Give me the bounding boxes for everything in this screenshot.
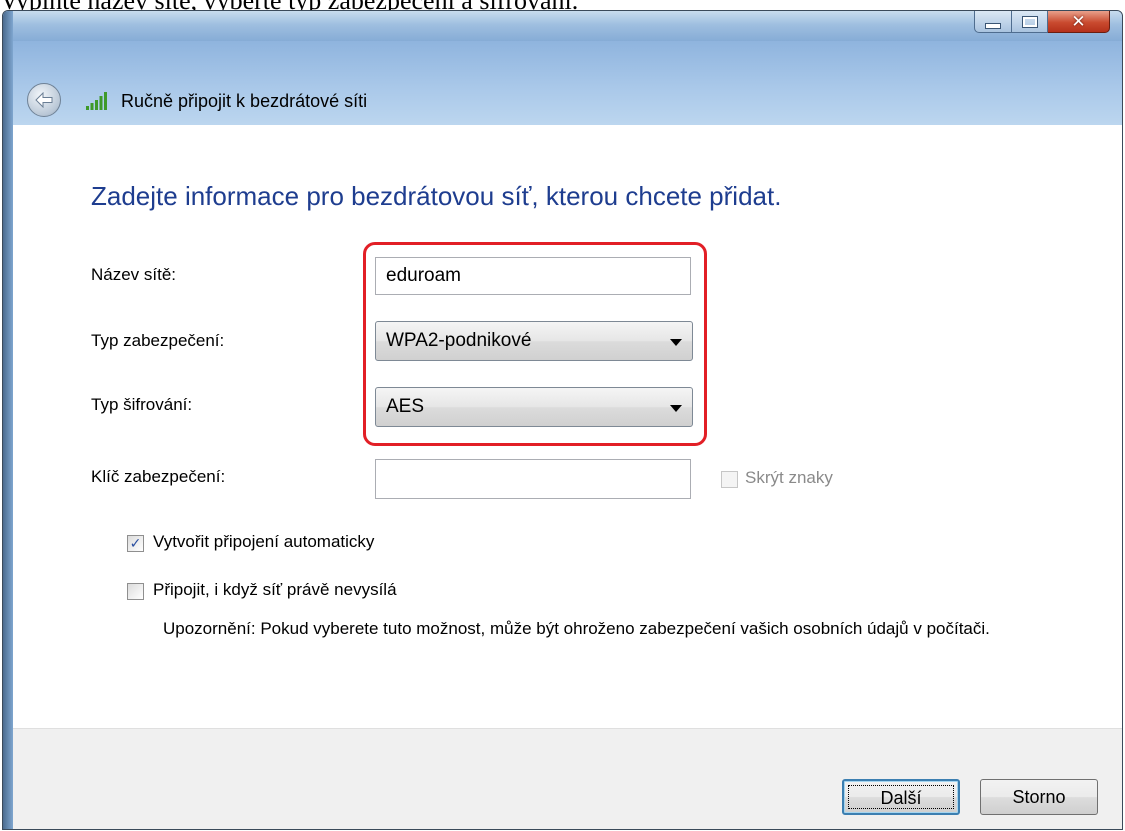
red-highlight-frame xyxy=(363,242,707,446)
security-key-label: Klíč zabezpečení: xyxy=(91,467,226,486)
encryption-type-label: Typ šifrování: xyxy=(91,395,193,414)
next-button-label: Další xyxy=(880,788,922,808)
page-heading: Zadejte informace pro bezdrátovou síť, k… xyxy=(91,181,782,211)
wireless-signal-icon xyxy=(86,92,107,110)
dialog-window: ✕ Ručně připojit k bezdrátové síti Zadej… xyxy=(2,10,1123,830)
minimize-icon xyxy=(985,22,1001,29)
title-bar[interactable] xyxy=(3,11,1122,41)
maximize-icon xyxy=(1021,15,1038,28)
auto-connect-label: Vytvořit připojení automaticky xyxy=(153,532,375,551)
maximize-button[interactable] xyxy=(1012,11,1048,33)
hide-characters-label: Skrýt znaky xyxy=(745,468,833,487)
warning-text: Upozornění: Pokud vyberete tuto možnost,… xyxy=(163,619,990,638)
security-type-label: Typ zabezpečení: xyxy=(91,331,225,350)
window-left-edge xyxy=(3,11,13,829)
cancel-button[interactable]: Storno xyxy=(980,779,1098,815)
connect-hidden-checkbox[interactable] xyxy=(127,583,144,600)
minimize-button[interactable] xyxy=(974,11,1012,33)
back-button[interactable] xyxy=(27,83,61,117)
checkmark-icon: ✓ xyxy=(129,535,142,551)
close-icon: ✕ xyxy=(1071,11,1086,31)
wizard-title: Ručně připojit k bezdrátové síti xyxy=(121,91,368,111)
wizard-content: Zadejte informace pro bezdrátovou síť, k… xyxy=(13,125,1122,728)
next-button[interactable]: Další xyxy=(842,779,960,815)
window-controls: ✕ xyxy=(974,11,1110,35)
hide-characters-checkbox[interactable] xyxy=(721,471,738,488)
auto-connect-checkbox[interactable]: ✓ xyxy=(127,535,144,552)
back-arrow-icon xyxy=(35,92,53,108)
network-name-label: Název sítě: xyxy=(91,265,177,284)
cancel-button-label: Storno xyxy=(1012,787,1066,807)
close-button[interactable]: ✕ xyxy=(1048,11,1110,33)
connect-hidden-label: Připojit, i když síť právě nevysílá xyxy=(153,580,397,599)
navigation-bar xyxy=(3,41,1122,125)
dialog-footer: Další Storno xyxy=(13,728,1122,829)
security-key-input[interactable] xyxy=(375,459,691,499)
